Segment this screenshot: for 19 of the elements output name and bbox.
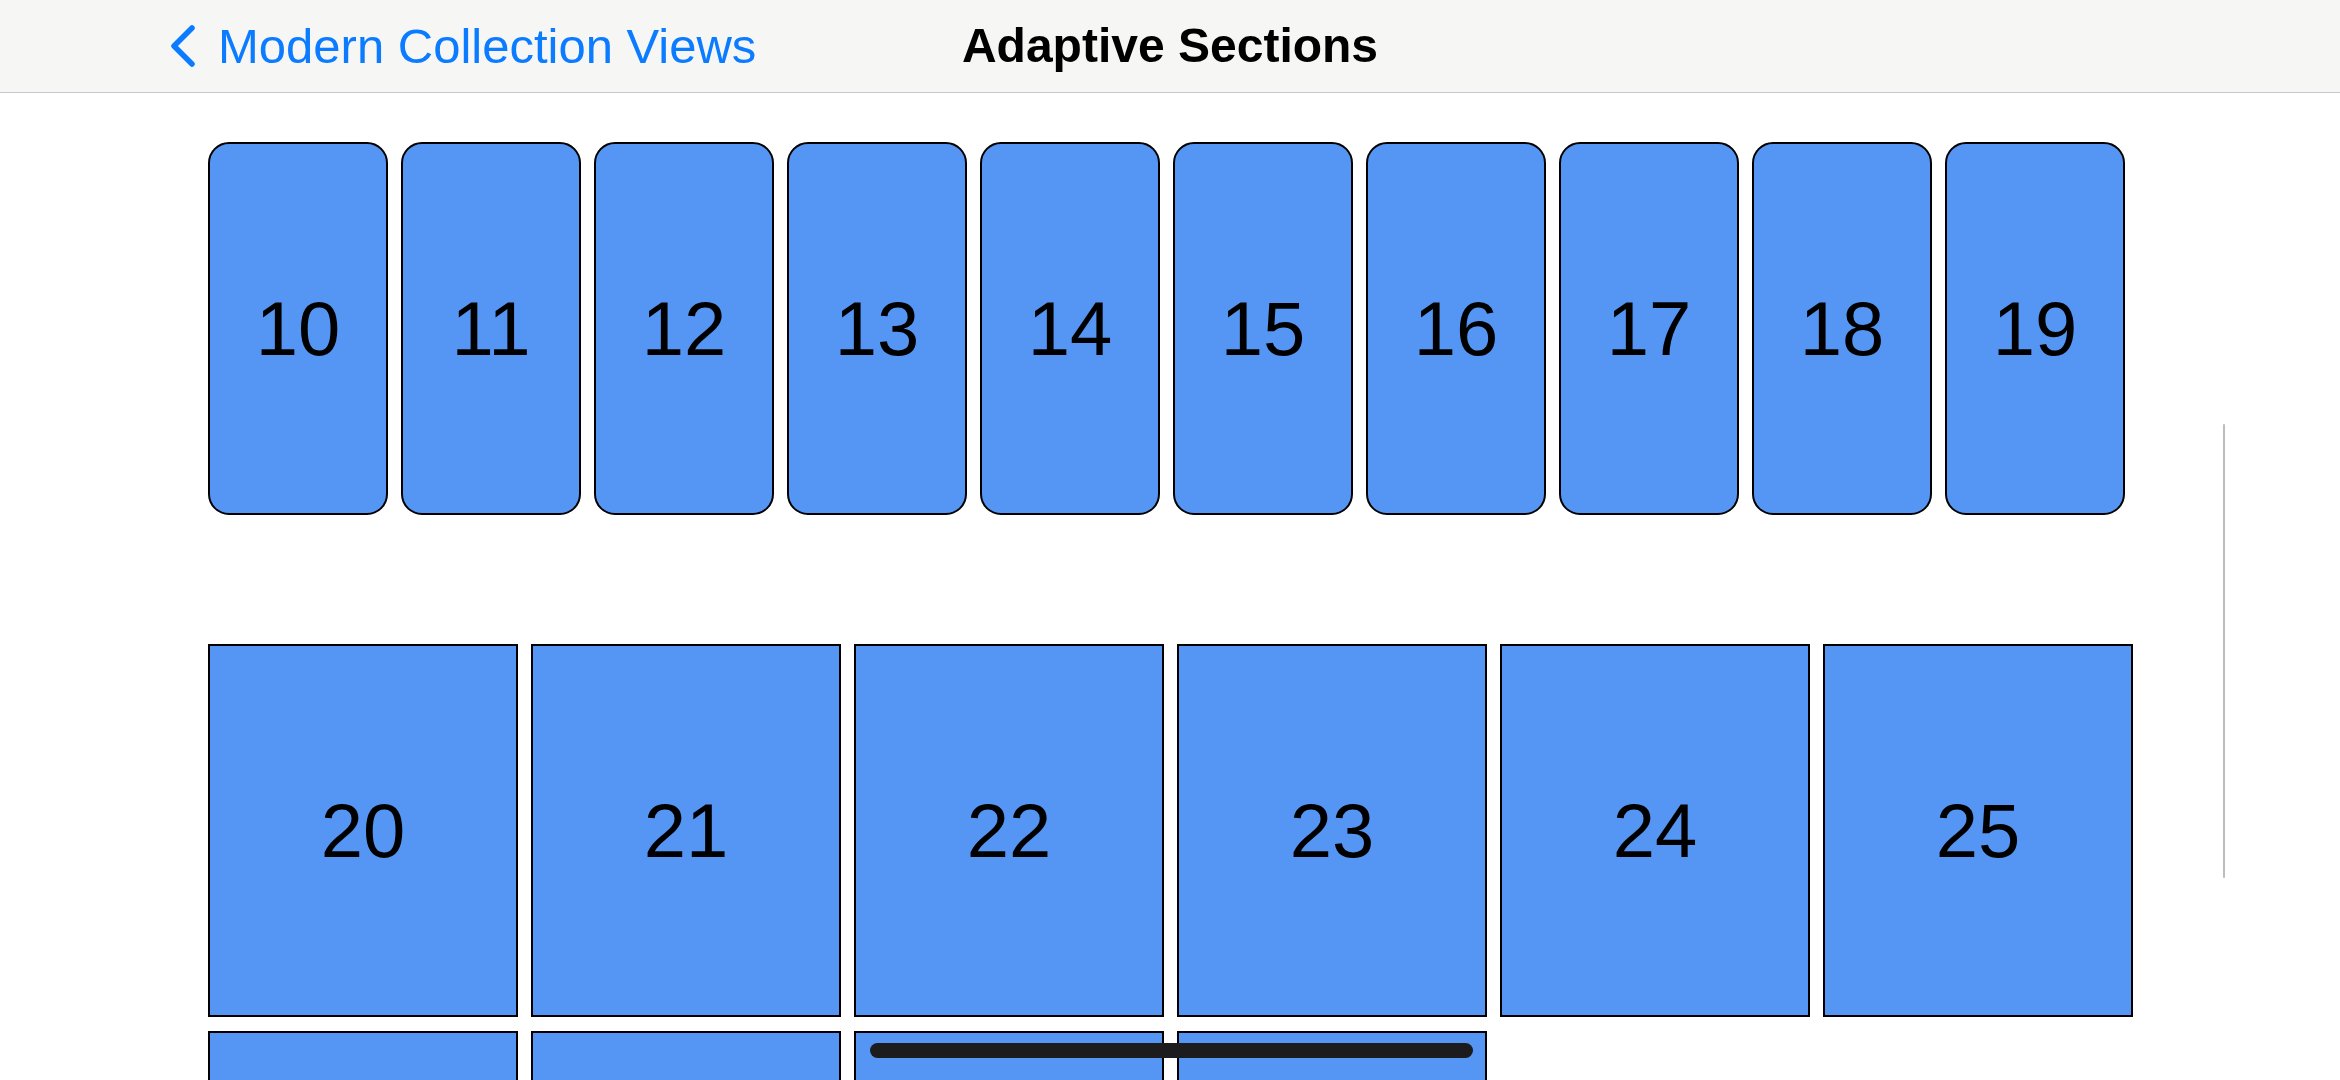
number-tile: 22 bbox=[854, 644, 1164, 1017]
number-tile: 21 bbox=[531, 644, 841, 1017]
number-tile: 18 bbox=[1752, 142, 1932, 515]
number-tile: 25 bbox=[1823, 644, 2133, 1017]
number-tile: 10 bbox=[208, 142, 388, 515]
number-tile: 17 bbox=[1559, 142, 1739, 515]
back-button[interactable]: Modern Collection Views bbox=[169, 21, 757, 71]
navigation-title: Adaptive Sections bbox=[961, 22, 1379, 70]
number-tile: 23 bbox=[1177, 644, 1487, 1017]
number-tile: 13 bbox=[787, 142, 967, 515]
number-tile: 24 bbox=[1500, 644, 1810, 1017]
number-tile: 16 bbox=[1366, 142, 1546, 515]
number-tile: 11 bbox=[401, 142, 581, 515]
number-tile: 19 bbox=[1945, 142, 2125, 515]
chevron-left-icon bbox=[169, 25, 196, 67]
number-tile: 14 bbox=[980, 142, 1160, 515]
number-tile: 20 bbox=[208, 644, 518, 1017]
number-tile: 15 bbox=[1173, 142, 1353, 515]
number-tile: 12 bbox=[594, 142, 774, 515]
